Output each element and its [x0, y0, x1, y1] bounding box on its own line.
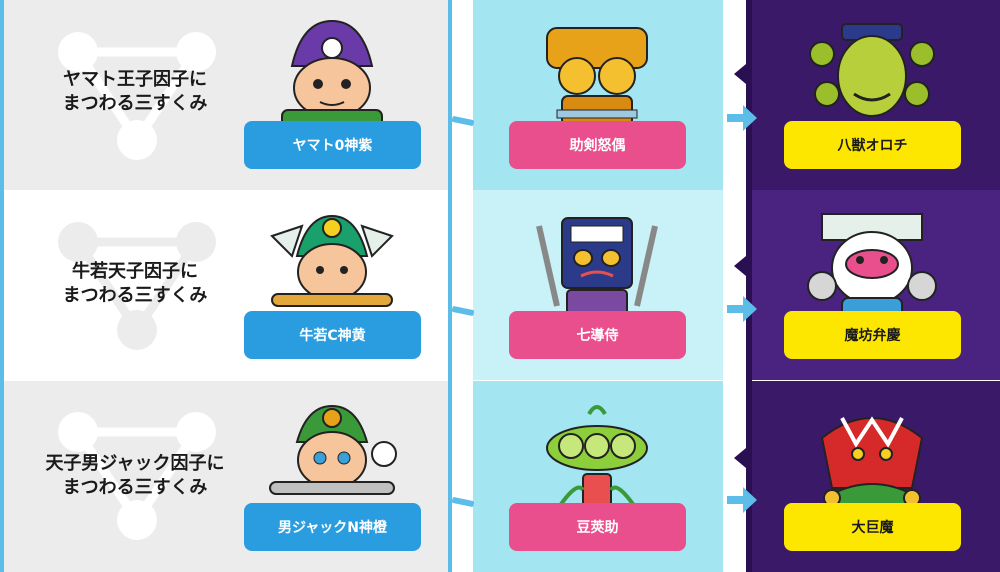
hero-name-plate[interactable]: 男ジャックN神橙 — [244, 503, 421, 551]
hero-jack-icon[interactable] — [262, 398, 402, 518]
mid-name-plate[interactable]: 助剣怒偶 — [509, 121, 686, 169]
notch-marker — [734, 256, 746, 276]
giant-demon-icon[interactable] — [802, 398, 942, 518]
pea-pod-icon[interactable] — [527, 400, 667, 520]
hero-prince-icon[interactable] — [262, 16, 402, 136]
hero-name-plate[interactable]: 牛若C神黄 — [244, 311, 421, 359]
slot-robot-icon[interactable] — [527, 206, 667, 326]
boss-name-plate[interactable]: 八獣オロチ — [784, 121, 961, 169]
column-divider — [448, 0, 452, 572]
connector-mark — [451, 496, 475, 508]
hydra-icon[interactable] — [802, 14, 942, 134]
arrow-right-icon — [727, 487, 757, 513]
mid-name-plate[interactable]: 七導侍 — [509, 311, 686, 359]
sansukumi-panel: ヤマト王子因子に まつわる三すくみ ヤマト0神紫 助剣怒偶 八獣オロチ 牛若天子… — [0, 0, 1000, 572]
row-title: 牛若天子因子に まつわる三すくみ — [62, 261, 208, 306]
mid-name-plate[interactable]: 豆莢助 — [509, 503, 686, 551]
monk-icon[interactable] — [802, 206, 942, 326]
boss-name-plate[interactable]: 魔坊弁慶 — [784, 311, 961, 359]
golden-mask-icon[interactable] — [527, 18, 667, 138]
notch-marker — [734, 64, 746, 84]
connector-mark — [451, 115, 475, 127]
hero-angel-icon[interactable] — [262, 206, 402, 326]
left-edge-line — [0, 0, 4, 572]
arrow-right-icon — [727, 296, 757, 322]
notch-marker — [734, 448, 746, 468]
row-title: 天子男ジャック因子に まつわる三すくみ — [45, 453, 225, 498]
row-title: ヤマト王子因子に まつわる三すくみ — [62, 69, 208, 114]
hero-name-plate[interactable]: ヤマト0神紫 — [244, 121, 421, 169]
connector-mark — [451, 305, 475, 317]
boss-name-plate[interactable]: 大巨魔 — [784, 503, 961, 551]
arrow-right-icon — [727, 105, 757, 131]
